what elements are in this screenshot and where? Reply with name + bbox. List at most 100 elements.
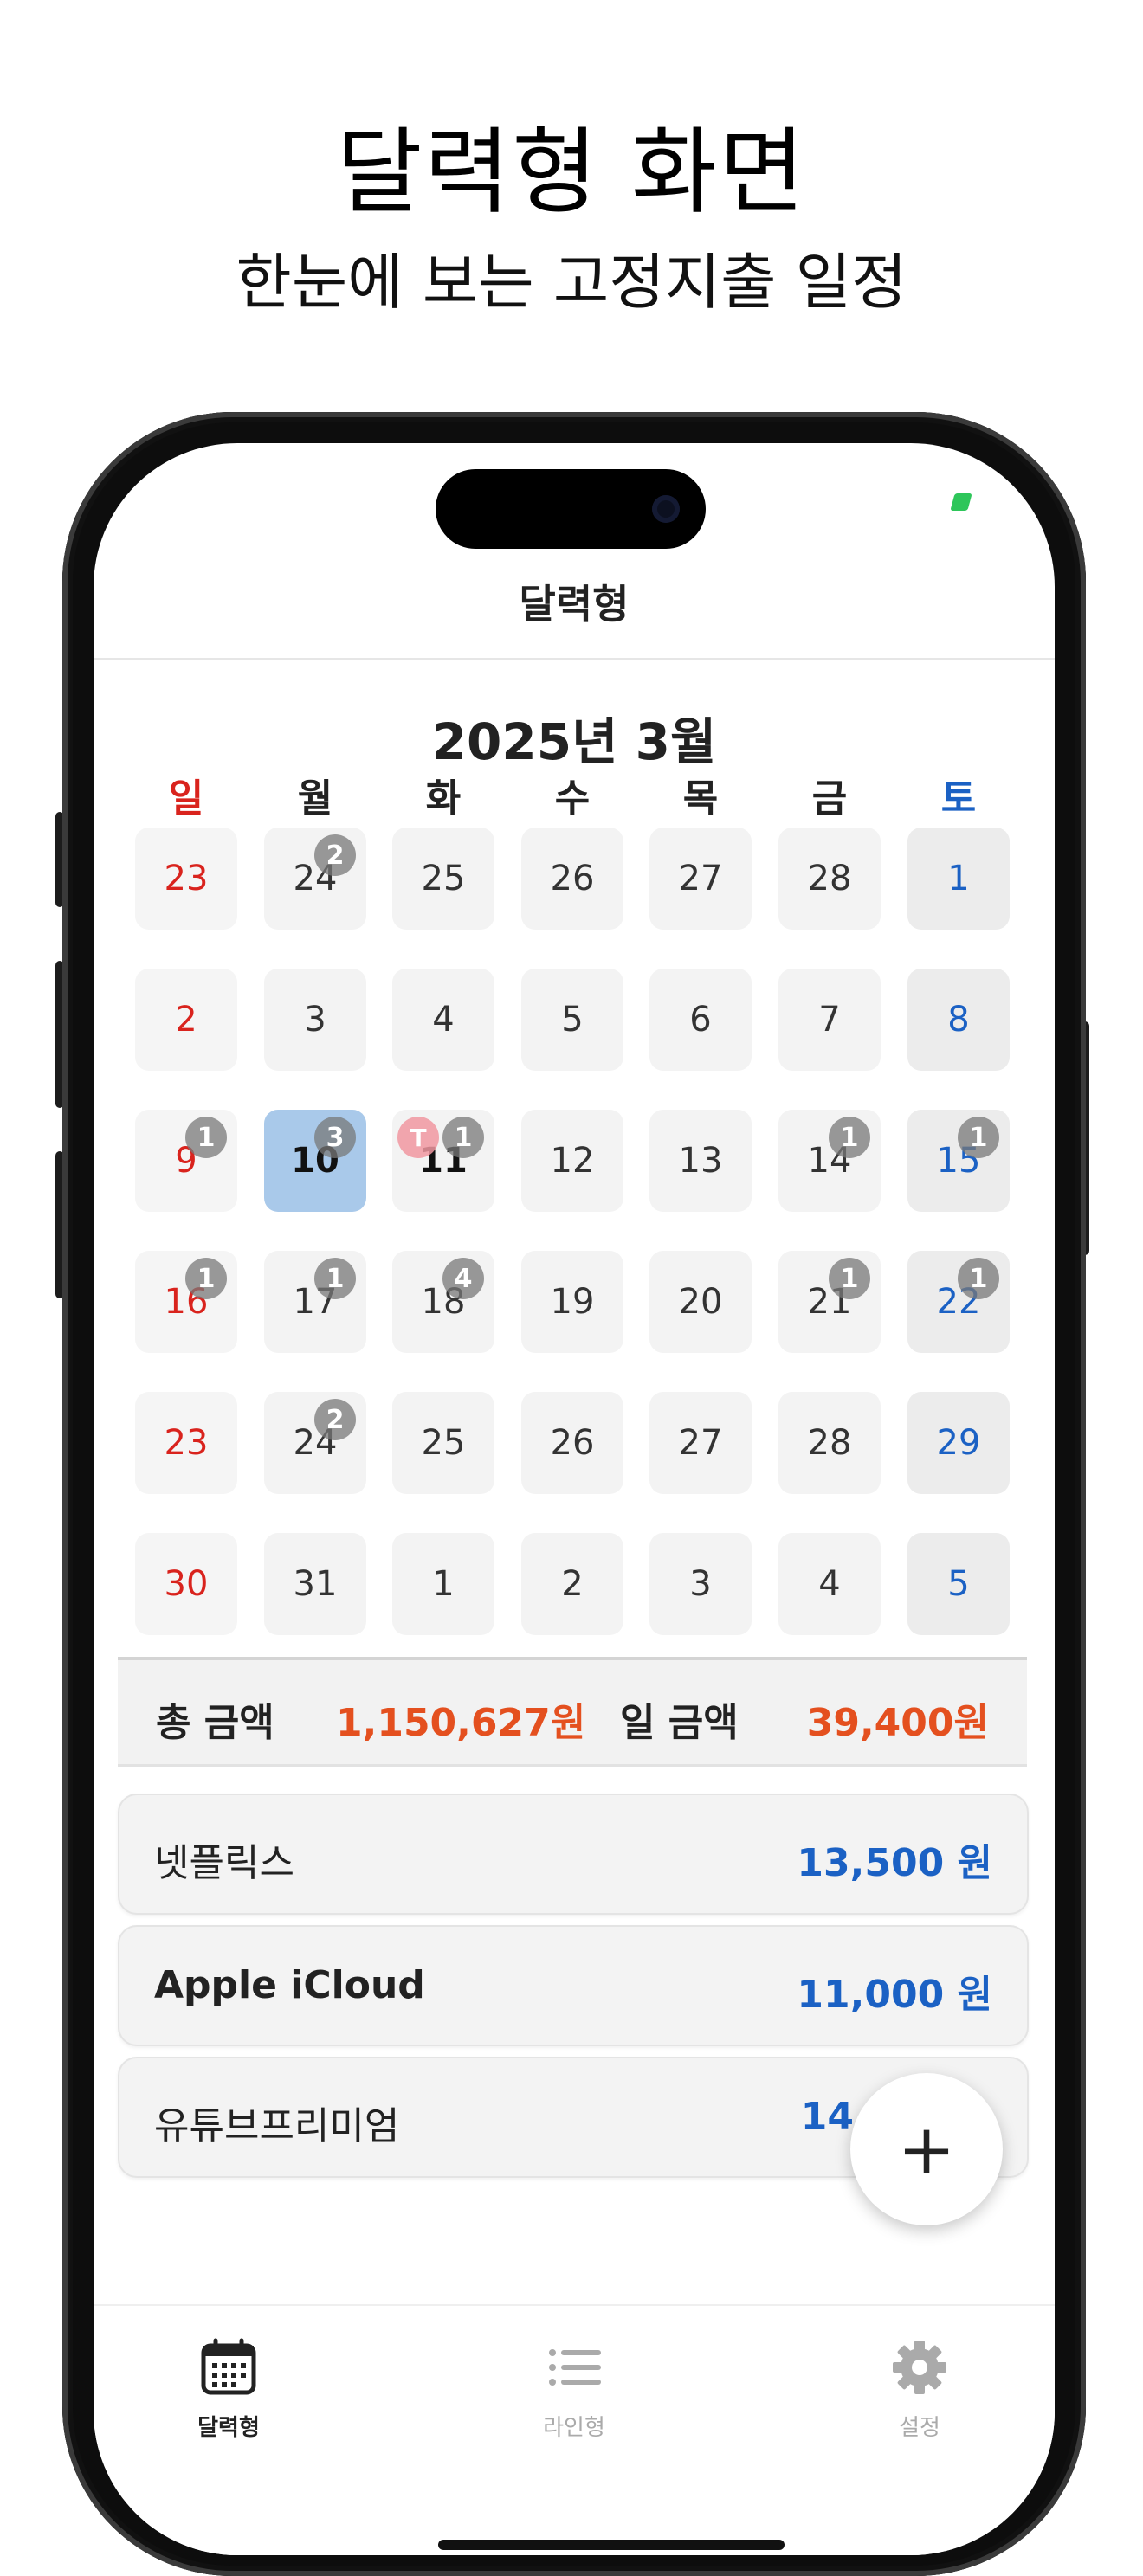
day-number: 27 bbox=[678, 859, 723, 898]
tab-bar: 달력형 라인형 설정 bbox=[94, 2304, 1055, 2555]
day-number: 28 bbox=[807, 859, 852, 898]
calendar-day-cell[interactable]: 3 bbox=[649, 1533, 752, 1635]
tab-label: 달력형 bbox=[197, 2415, 260, 2441]
calendar-day-cell[interactable]: 30 bbox=[135, 1533, 237, 1635]
expense-count-badge: 3 bbox=[314, 1117, 356, 1158]
calendar-day-cell[interactable]: 23 bbox=[135, 828, 237, 930]
day-number: 29 bbox=[936, 1423, 981, 1463]
calendar-day-cell[interactable]: 8 bbox=[907, 969, 1010, 1071]
weekday-header: 일월화수목금토 bbox=[135, 767, 1027, 821]
weekday-label: 일 bbox=[168, 776, 204, 821]
expense-count-badge: 1 bbox=[958, 1117, 999, 1158]
calendar-day-cell[interactable]: 27 bbox=[649, 828, 752, 930]
calendar-day-cell[interactable]: 18 4 bbox=[392, 1251, 494, 1353]
expense-count-badge: 1 bbox=[958, 1258, 999, 1299]
calendar-day-cell[interactable]: 31 bbox=[264, 1533, 366, 1635]
calendar-day-cell[interactable]: 21 1 bbox=[778, 1251, 881, 1353]
gear-icon bbox=[893, 2341, 946, 2394]
day-number: 6 bbox=[689, 1000, 712, 1040]
day-number: 26 bbox=[550, 859, 595, 898]
day-number: 20 bbox=[678, 1282, 723, 1322]
calendar-day-cell[interactable]: 23 bbox=[135, 1392, 237, 1494]
day-number: 7 bbox=[818, 1000, 841, 1040]
calendar-day-cell[interactable]: 19 bbox=[521, 1251, 623, 1353]
tab-list[interactable]: 라인형 bbox=[488, 2337, 661, 2442]
calendar-day-cell[interactable]: 2 bbox=[521, 1533, 623, 1635]
calendar-day-cell[interactable]: 1 bbox=[392, 1533, 494, 1635]
calendar-day-cell[interactable]: 26 bbox=[521, 828, 623, 930]
day-number: 23 bbox=[164, 859, 209, 898]
day-number: 2 bbox=[175, 1000, 197, 1040]
day-number: 1 bbox=[947, 859, 970, 898]
total-label: 총 금액 bbox=[156, 1701, 274, 1745]
day-number: 25 bbox=[421, 859, 466, 898]
calendar-day-cell[interactable]: 4 bbox=[392, 969, 494, 1071]
calendar-day-cell[interactable]: 22 1 bbox=[907, 1251, 1010, 1353]
expense-item[interactable]: Apple iCloud 11,000 원 bbox=[118, 1925, 1029, 2046]
calendar-day-cell[interactable]: 6 bbox=[649, 969, 752, 1071]
calendar-day-cell[interactable]: 13 bbox=[649, 1110, 752, 1212]
calendar-day-cell[interactable]: 15 1 bbox=[907, 1110, 1010, 1212]
calendar-day-cell[interactable]: 29 bbox=[907, 1392, 1010, 1494]
calendar-day-cell[interactable]: 26 bbox=[521, 1392, 623, 1494]
expense-count-badge: 1 bbox=[829, 1117, 870, 1158]
calendar-day-cell[interactable]: 2 bbox=[135, 969, 237, 1071]
tab-label: 설정 bbox=[899, 2415, 940, 2441]
expense-name: Apple iCloud bbox=[154, 1963, 425, 2007]
day-number: 8 bbox=[947, 1000, 970, 1040]
summary-bar: 총 금액 1,150,627원 일 금액 39,400원 bbox=[118, 1657, 1027, 1767]
expense-count-badge: 4 bbox=[442, 1258, 484, 1299]
calendar-day-cell[interactable]: 10 3 bbox=[264, 1110, 366, 1212]
calendar-day-cell[interactable]: 24 2 bbox=[264, 828, 366, 930]
calendar-day-cell[interactable]: 25 bbox=[392, 1392, 494, 1494]
plus-icon: + bbox=[897, 2109, 956, 2190]
calendar-day-cell[interactable]: 11 1 T bbox=[392, 1110, 494, 1212]
calendar-icon bbox=[201, 2338, 256, 2395]
expense-name: 유튜브프리미엄 bbox=[154, 2104, 400, 2148]
calendar-day-cell[interactable]: 20 bbox=[649, 1251, 752, 1353]
calendar-day-cell[interactable]: 12 bbox=[521, 1110, 623, 1212]
calendar-day-cell[interactable]: 7 bbox=[778, 969, 881, 1071]
day-number: 4 bbox=[818, 1564, 841, 1604]
expense-price: 14 bbox=[800, 2095, 854, 2139]
nav-title: 달력형 bbox=[519, 581, 630, 628]
day-number: 28 bbox=[807, 1423, 852, 1463]
calendar-day-cell[interactable]: 4 bbox=[778, 1533, 881, 1635]
calendar-day-cell[interactable]: 91 bbox=[135, 1110, 237, 1212]
calendar-day-cell[interactable]: 28 bbox=[778, 1392, 881, 1494]
calendar-day-cell[interactable]: 28 bbox=[778, 828, 881, 930]
calendar-day-cell[interactable]: 14 1 bbox=[778, 1110, 881, 1212]
day-number: 12 bbox=[550, 1141, 595, 1181]
tab-settings[interactable]: 설정 bbox=[833, 2337, 1006, 2442]
day-number: 3 bbox=[304, 1000, 326, 1040]
day-number: 30 bbox=[164, 1564, 209, 1604]
calendar-day-cell[interactable]: 5 bbox=[521, 969, 623, 1071]
add-expense-button[interactable]: + bbox=[850, 2073, 1003, 2225]
calendar-day-cell[interactable]: 3 bbox=[264, 969, 366, 1071]
expense-count-badge: 1 bbox=[442, 1117, 484, 1158]
calendar-day-cell[interactable]: 16 1 bbox=[135, 1251, 237, 1353]
list-icon bbox=[549, 2349, 601, 2386]
expense-name: 넷플릭스 bbox=[154, 1841, 294, 1885]
calendar-day-cell[interactable]: 1 bbox=[907, 828, 1010, 930]
day-number: 23 bbox=[164, 1423, 209, 1463]
weekday-label: 화 bbox=[425, 776, 462, 821]
total-amount: 1,150,627원 bbox=[336, 1701, 586, 1745]
promo-subheadline: 한눈에 보는 고정지출 일정 bbox=[236, 247, 907, 318]
day-number: 25 bbox=[421, 1423, 466, 1463]
calendar-day-cell[interactable]: 27 bbox=[649, 1392, 752, 1494]
tab-calendar[interactable]: 달력형 bbox=[142, 2337, 315, 2442]
day-number: 31 bbox=[293, 1564, 338, 1604]
calendar-day-cell[interactable]: 24 2 bbox=[264, 1392, 366, 1494]
status-indicator-icon bbox=[950, 493, 972, 511]
weekday-label: 금 bbox=[811, 776, 848, 821]
expense-count-badge: 2 bbox=[314, 1399, 356, 1440]
camera-icon bbox=[652, 495, 680, 523]
expense-item[interactable]: 넷플릭스 13,500 원 bbox=[118, 1794, 1029, 1915]
calendar-day-cell[interactable]: 17 1 bbox=[264, 1251, 366, 1353]
expense-count-badge: 1 bbox=[829, 1258, 870, 1299]
calendar-day-cell[interactable]: 5 bbox=[907, 1533, 1010, 1635]
expense-price: 13,500 원 bbox=[797, 1841, 992, 1885]
phone-frame: 달력형 2025년 3월 일월화수목금토 23 24 2 25 26 27 28 1 2 3 4 5 6… bbox=[62, 412, 1086, 2576]
calendar-day-cell[interactable]: 25 bbox=[392, 828, 494, 930]
